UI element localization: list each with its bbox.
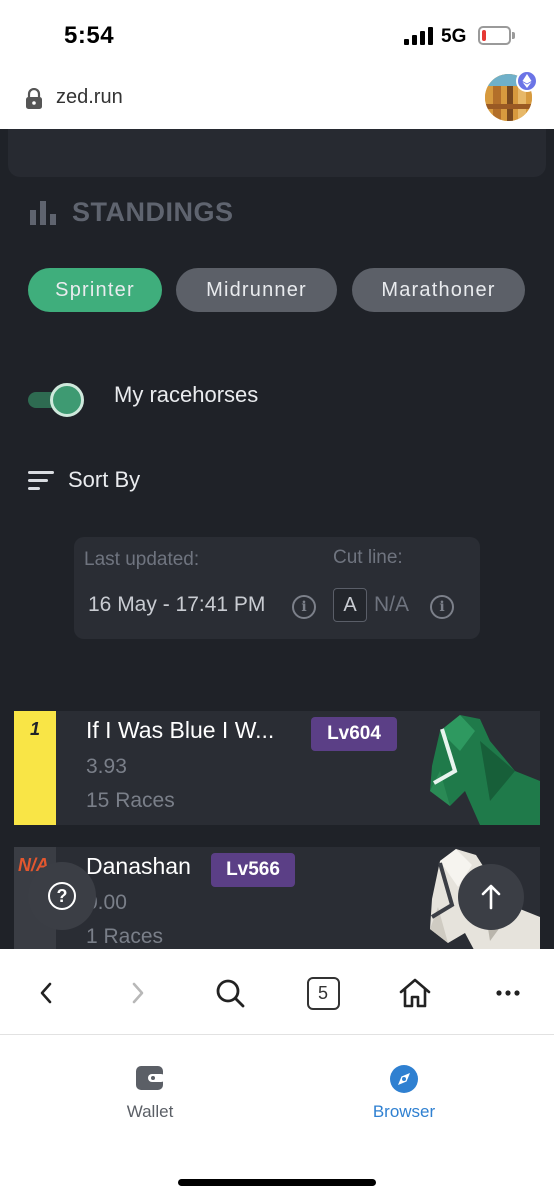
chevron-left-icon — [40, 982, 52, 1004]
scroll-top-button[interactable] — [458, 864, 524, 930]
standings-title: STANDINGS — [72, 197, 234, 227]
url-text[interactable]: zed.run — [56, 86, 123, 109]
chevron-right-icon — [132, 982, 144, 1004]
network-label: 5G — [441, 26, 467, 47]
level-badge: Lv604 — [311, 717, 397, 751]
toggle-label: My racehorses — [114, 382, 259, 407]
wallet-icon — [135, 1064, 165, 1094]
status-bar: 5:54 5G — [0, 0, 554, 66]
help-button[interactable]: ? — [28, 862, 96, 930]
home-icon — [399, 978, 431, 1008]
tab-count: 5 — [306, 976, 340, 1010]
arrow-up-icon — [481, 884, 501, 910]
level-badge: Lv566 — [211, 853, 295, 887]
bar-chart-icon — [30, 201, 56, 225]
filter-sprinter[interactable]: Sprinter — [28, 268, 162, 312]
horse-races: 15 Races — [86, 789, 175, 812]
browser-toolbar: 5 — [0, 949, 554, 1035]
tab-browser[interactable]: Browser — [344, 1064, 464, 1122]
web-content: STANDINGS Sprinter Midrunner Marathoner … — [0, 129, 554, 949]
tabs-button[interactable]: 5 — [305, 975, 341, 1011]
top-card — [8, 129, 546, 177]
cut-line-grade: A — [333, 588, 367, 622]
last-updated-value: 16 May - 17:41 PM — [88, 593, 266, 616]
url-bar[interactable]: zed.run — [0, 66, 554, 129]
info-icon[interactable]: i — [430, 595, 454, 619]
question-icon: ? — [48, 882, 76, 910]
tab-wallet-label: Wallet — [126, 1102, 174, 1121]
toggle-knob[interactable] — [50, 383, 84, 417]
app-tab-bar: Wallet Browser — [0, 1036, 554, 1200]
cut-line-value: N/A — [374, 593, 410, 616]
filter-marathoner[interactable]: Marathoner — [352, 268, 525, 312]
back-button[interactable] — [28, 975, 64, 1011]
screen: 5:54 5G zed.run STANDINGS Sprinter Midru… — [0, 0, 554, 1200]
horse-row[interactable]: 1 If I Was Blue I W... Lv604 3.93 15 Rac… — [14, 711, 540, 825]
compass-icon — [389, 1064, 419, 1094]
info-card: Last updated: 16 May - 17:41 PM i Cut li… — [74, 537, 480, 639]
sort-icon[interactable] — [28, 471, 54, 491]
tab-wallet[interactable]: Wallet — [90, 1064, 210, 1122]
last-updated-label: Last updated: — [84, 549, 200, 570]
search-button[interactable] — [212, 975, 248, 1011]
sort-by-button[interactable]: Sort By — [68, 467, 140, 493]
horse-name[interactable]: Danashan — [86, 853, 191, 880]
info-icon[interactable]: i — [292, 595, 316, 619]
horse-image — [430, 715, 540, 825]
battery-icon — [478, 26, 515, 45]
more-button[interactable] — [490, 975, 526, 1011]
home-button[interactable] — [397, 975, 433, 1011]
more-icon — [496, 990, 520, 996]
forward-button[interactable] — [120, 975, 156, 1011]
rank-badge: 1 — [14, 711, 56, 825]
cut-line-label: Cut line: — [333, 547, 403, 568]
ethereum-icon — [516, 70, 538, 92]
horse-races: 1 Races — [86, 925, 164, 948]
search-icon — [216, 979, 245, 1008]
signal-icon — [404, 27, 434, 45]
status-time: 5:54 — [64, 22, 115, 49]
tab-browser-label: Browser — [372, 1102, 436, 1121]
home-indicator — [178, 1179, 376, 1186]
horse-name[interactable]: If I Was Blue I W... — [86, 717, 274, 744]
lock-icon — [26, 88, 42, 109]
horse-score: 3.93 — [86, 755, 127, 778]
filter-midrunner[interactable]: Midrunner — [176, 268, 337, 312]
